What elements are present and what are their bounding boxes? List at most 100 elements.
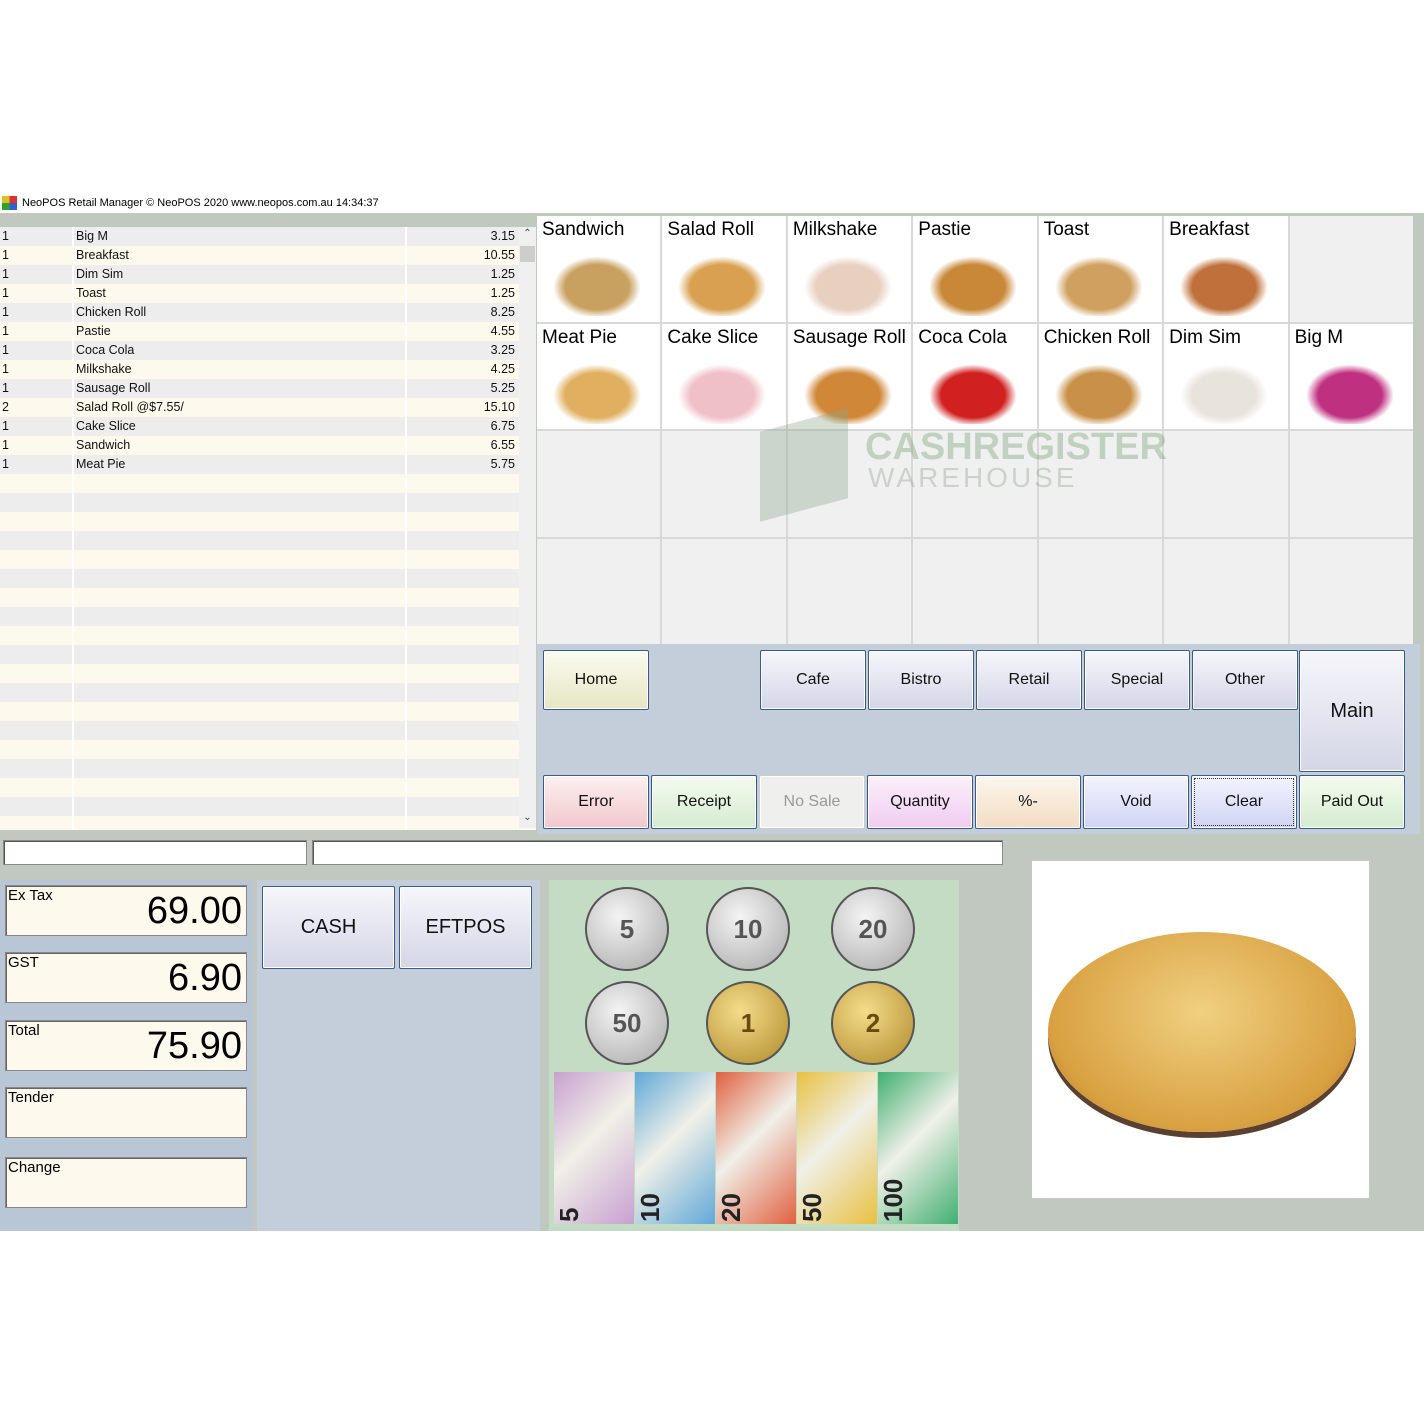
empty-product-slot[interactable] [913,431,1037,537]
empty-product-slot[interactable] [787,538,912,644]
order-price: 3.25 [490,343,515,357]
cash-button[interactable]: CASH [262,886,395,969]
product-button-meat-pie[interactable]: Meat Pie [537,323,661,429]
home-button[interactable]: Home [543,650,649,710]
eftpos-button[interactable]: EFTPOS [399,886,532,969]
message-field[interactable] [312,840,1003,865]
coin-20[interactable]: 20 [831,887,915,971]
banknote-20[interactable]: 20 [716,1072,796,1224]
coin-2[interactable]: 2 [831,981,915,1065]
order-price: 3.15 [490,229,515,243]
ex-tax-box: Ex Tax 69.00 [5,885,247,936]
paid-out-button[interactable]: Paid Out [1299,775,1405,829]
order-row[interactable]: 1 Toast 1.25 [0,284,536,303]
cafe-button[interactable]: Cafe [760,650,866,710]
coin-50[interactable]: 50 [585,981,669,1065]
order-qty [0,702,74,721]
banknote-10[interactable]: 10 [635,1072,715,1224]
product-button-cake-slice[interactable]: Cake Slice [662,323,786,429]
order-row[interactable]: 1 Pastie 4.55 [0,322,536,341]
order-qty: 1 [0,360,74,379]
receipt-button[interactable]: Receipt [651,775,757,829]
special-button[interactable]: Special [1084,650,1190,710]
banknote-50[interactable]: 50 [797,1072,877,1224]
coin-1[interactable]: 1 [706,981,790,1065]
order-row[interactable]: 1 Big M 3.15 [0,227,536,246]
void-button[interactable]: Void [1083,775,1189,829]
order-row[interactable]: 2 Salad Roll @$7.55/15.10 [0,398,536,417]
product-image [1048,252,1149,316]
order-row[interactable]: 1 Coca Cola 3.25 [0,341,536,360]
empty-product-slot[interactable] [1164,538,1288,644]
empty-row [0,645,536,664]
order-qty [0,740,74,759]
empty-row [0,512,536,531]
product-button-toast[interactable]: Toast [1038,216,1163,322]
order-list[interactable]: 1 Big M 3.15 1 Breakfast 10.55 1 Dim Sim 1.25 1 To… [0,214,536,830]
bistro-button[interactable]: Bistro [868,650,974,710]
banknote-5[interactable]: 5 [554,1072,634,1224]
empty-product-slot[interactable] [662,431,786,537]
entry-field[interactable] [3,840,307,865]
retail-button[interactable]: Retail [976,650,1082,710]
order-item-name: Toast [74,284,407,303]
order-qty [0,759,74,778]
scroll-up-icon[interactable]: ⌃ [519,228,536,244]
empty-product-slot[interactable] [537,431,661,537]
product-label: Cake Slice [667,326,759,348]
scroll-thumb[interactable] [520,246,535,262]
product-button-big-m[interactable]: Big M [1289,323,1413,429]
banknote-100[interactable]: 100 [878,1072,958,1224]
product-button-breakfast[interactable]: Breakfast [1164,216,1288,322]
order-row[interactable]: 1 Breakfast 10.55 [0,246,536,265]
order-row[interactable]: 1 Meat Pie 5.75 [0,455,536,474]
order-row[interactable]: 1 Milkshake 4.25 [0,360,536,379]
empty-row [0,759,536,778]
empty-product-slot[interactable] [1289,431,1413,537]
product-button-milkshake[interactable]: Milkshake [787,216,912,322]
product-button-sausage-roll[interactable]: Sausage Roll [787,323,912,429]
order-price [407,797,517,816]
empty-product-slot[interactable] [1038,538,1163,644]
empty-row [0,550,536,569]
empty-product-slot[interactable] [1289,216,1413,322]
empty-product-slot[interactable] [1038,431,1163,537]
order-row[interactable]: 1 Sandwich 6.55 [0,436,536,455]
scroll-down-icon[interactable]: ⌄ [519,812,536,828]
order-row[interactable]: 1 Cake Slice 6.75 [0,417,536,436]
empty-row [0,721,536,740]
empty-product-slot[interactable] [787,431,912,537]
tender-box[interactable]: Tender [5,1087,247,1138]
clear-button[interactable]: Clear [1191,775,1297,829]
empty-row [0,607,536,626]
coin-5[interactable]: 5 [585,887,669,971]
product-button-salad-roll[interactable]: Salad Roll [662,216,786,322]
main-button[interactable]: Main [1299,650,1405,772]
empty-product-slot[interactable] [1289,538,1413,644]
coin-10[interactable]: 10 [706,887,790,971]
product-label: Coca Cola [918,326,1007,348]
order-item-name [74,512,407,531]
product-button-coca-cola[interactable]: Coca Cola [913,323,1037,429]
order-row[interactable]: 1 Chicken Roll 8.25 [0,303,536,322]
error-button[interactable]: Error [543,775,649,829]
no-sale-button[interactable]: No Sale [759,775,865,829]
order-row[interactable]: 1 Sausage Roll 5.25 [0,379,536,398]
order-price [407,683,517,702]
quantity-button[interactable]: Quantity [867,775,973,829]
empty-product-slot[interactable] [537,538,661,644]
product-button-pastie[interactable]: Pastie [913,216,1037,322]
discount-percent-button[interactable]: %- [975,775,1081,829]
order-row[interactable]: 1 Dim Sim 1.25 [0,265,536,284]
order-qty [0,664,74,683]
product-button-chicken-roll[interactable]: Chicken Roll [1038,323,1163,429]
order-list-scrollbar[interactable]: ⌃ ⌄ [519,228,536,828]
empty-product-slot[interactable] [913,538,1037,644]
other-button[interactable]: Other [1192,650,1298,710]
product-button-sandwich[interactable]: Sandwich [537,216,661,322]
empty-row [0,531,536,550]
empty-product-slot[interactable] [1164,431,1288,537]
product-button-dim-sim[interactable]: Dim Sim [1164,323,1288,429]
order-price: 5.75 [490,457,515,471]
empty-product-slot[interactable] [662,538,786,644]
